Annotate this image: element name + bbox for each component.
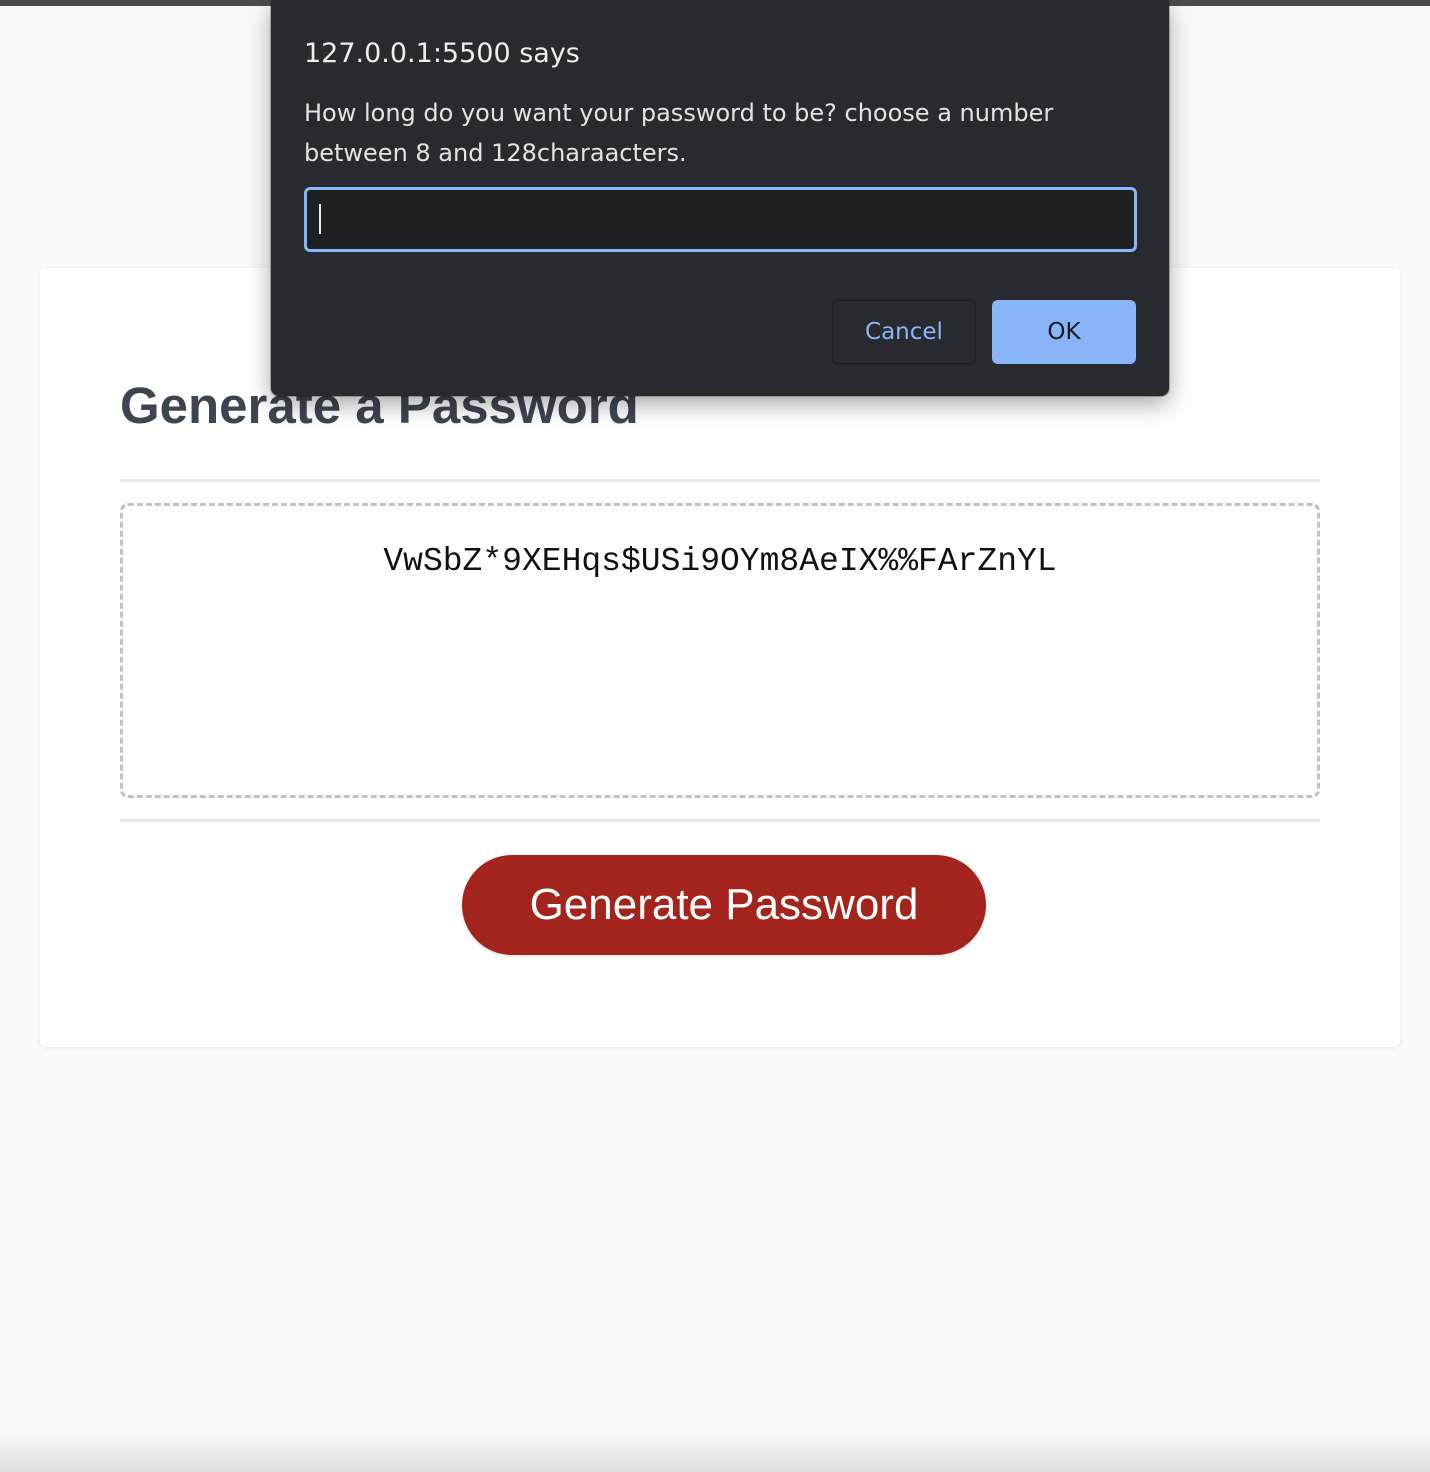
header-divider	[120, 479, 1320, 482]
prompt-dialog: 127.0.0.1:5500 says How long do you want…	[271, 0, 1169, 396]
password-output[interactable]: VwSbZ*9XEHqs$USi9OYm8AeIX%%FArZnYL	[120, 503, 1320, 798]
dialog-origin: 127.0.0.1:5500 says	[304, 38, 580, 69]
password-length-input[interactable]	[304, 187, 1137, 252]
ok-button[interactable]: OK	[992, 300, 1136, 364]
dialog-message: How long do you want your password to be…	[304, 99, 1054, 167]
text-caret	[319, 204, 321, 234]
bottom-shadow	[0, 1432, 1430, 1472]
cancel-button[interactable]: Cancel	[832, 300, 976, 364]
generate-password-button[interactable]: Generate Password	[462, 855, 986, 955]
footer-divider	[120, 819, 1320, 822]
